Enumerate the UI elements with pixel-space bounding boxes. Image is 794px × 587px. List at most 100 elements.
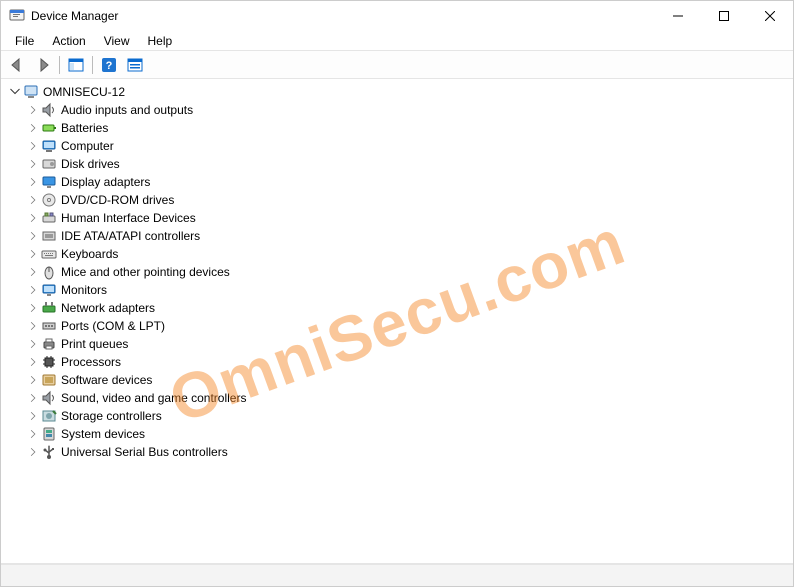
tree-node[interactable]: Sound, video and game controllers bbox=[3, 389, 791, 407]
help-button[interactable] bbox=[97, 54, 121, 76]
display-icon bbox=[41, 174, 57, 190]
tree-node-label: Audio inputs and outputs bbox=[61, 103, 193, 117]
toolbar-separator bbox=[92, 56, 93, 74]
tree-node[interactable]: Universal Serial Bus controllers bbox=[3, 443, 791, 461]
chevron-right-icon[interactable] bbox=[25, 192, 41, 208]
printer-icon bbox=[41, 336, 57, 352]
tree-node-label: Software devices bbox=[61, 373, 152, 387]
tree-node-label: DVD/CD-ROM drives bbox=[61, 193, 174, 207]
audio-icon bbox=[41, 102, 57, 118]
chevron-right-icon[interactable] bbox=[25, 390, 41, 406]
device-tree-panel[interactable]: OMNISECU-12 Audio inputs and outputs Batt… bbox=[1, 79, 793, 564]
tree-node-label: Display adapters bbox=[61, 175, 150, 189]
minimize-button[interactable] bbox=[655, 1, 701, 31]
tree-node[interactable]: Keyboards bbox=[3, 245, 791, 263]
chevron-right-icon[interactable] bbox=[25, 444, 41, 460]
chevron-right-icon[interactable] bbox=[25, 246, 41, 262]
sound-icon bbox=[41, 390, 57, 406]
window-title: Device Manager bbox=[31, 9, 655, 23]
dvd-icon bbox=[41, 192, 57, 208]
tree-node[interactable]: Storage controllers bbox=[3, 407, 791, 425]
ide-icon bbox=[41, 228, 57, 244]
tree-node-label: Universal Serial Bus controllers bbox=[61, 445, 228, 459]
chevron-right-icon[interactable] bbox=[25, 156, 41, 172]
chevron-right-icon[interactable] bbox=[25, 408, 41, 424]
tree-node-label: Disk drives bbox=[61, 157, 120, 171]
computer-icon bbox=[41, 138, 57, 154]
tree-node[interactable]: Network adapters bbox=[3, 299, 791, 317]
tree-node-label: Network adapters bbox=[61, 301, 155, 315]
tree-node-label: Ports (COM & LPT) bbox=[61, 319, 165, 333]
device-manager-window: Device Manager File Action View Help bbox=[0, 0, 794, 587]
statusbar bbox=[1, 564, 793, 586]
software-icon bbox=[41, 372, 57, 388]
menubar: File Action View Help bbox=[1, 31, 793, 51]
system-icon bbox=[41, 426, 57, 442]
tree-node[interactable]: System devices bbox=[3, 425, 791, 443]
tree-node-label: Computer bbox=[61, 139, 114, 153]
toolbar-separator bbox=[59, 56, 60, 74]
tree-node[interactable]: DVD/CD-ROM drives bbox=[3, 191, 791, 209]
chevron-right-icon[interactable] bbox=[25, 228, 41, 244]
tree-node-label: Storage controllers bbox=[61, 409, 162, 423]
close-button[interactable] bbox=[747, 1, 793, 31]
network-icon bbox=[41, 300, 57, 316]
chevron-right-icon[interactable] bbox=[25, 174, 41, 190]
tree-node[interactable]: Print queues bbox=[3, 335, 791, 353]
show-hidden-button[interactable] bbox=[123, 54, 147, 76]
tree-node-label: IDE ATA/ATAPI controllers bbox=[61, 229, 200, 243]
tree-node[interactable]: Display adapters bbox=[3, 173, 791, 191]
usb-icon bbox=[41, 444, 57, 460]
tree-root-node[interactable]: OMNISECU-12 bbox=[3, 83, 791, 101]
storage-icon bbox=[41, 408, 57, 424]
tree-node-label: Sound, video and game controllers bbox=[61, 391, 246, 405]
menu-help[interactable]: Help bbox=[140, 32, 181, 50]
tree-node[interactable]: Software devices bbox=[3, 371, 791, 389]
chevron-right-icon[interactable] bbox=[25, 318, 41, 334]
chevron-right-icon[interactable] bbox=[25, 282, 41, 298]
tree-node-label: System devices bbox=[61, 427, 145, 441]
maximize-button[interactable] bbox=[701, 1, 747, 31]
toolbar bbox=[1, 51, 793, 79]
processor-icon bbox=[41, 354, 57, 370]
tree-node[interactable]: Disk drives bbox=[3, 155, 791, 173]
tree-node[interactable]: Monitors bbox=[3, 281, 791, 299]
chevron-right-icon[interactable] bbox=[25, 102, 41, 118]
hid-icon bbox=[41, 210, 57, 226]
back-button[interactable] bbox=[5, 54, 29, 76]
chevron-right-icon[interactable] bbox=[25, 426, 41, 442]
ports-icon bbox=[41, 318, 57, 334]
tree-node-label: Processors bbox=[61, 355, 121, 369]
tree-node-label: Keyboards bbox=[61, 247, 118, 261]
disk-icon bbox=[41, 156, 57, 172]
chevron-right-icon[interactable] bbox=[25, 354, 41, 370]
forward-button[interactable] bbox=[31, 54, 55, 76]
menu-view[interactable]: View bbox=[96, 32, 138, 50]
chevron-right-icon[interactable] bbox=[25, 210, 41, 226]
tree-node[interactable]: Ports (COM & LPT) bbox=[3, 317, 791, 335]
menu-file[interactable]: File bbox=[7, 32, 42, 50]
show-hide-panel-button[interactable] bbox=[64, 54, 88, 76]
window-controls bbox=[655, 1, 793, 31]
chevron-down-icon[interactable] bbox=[7, 84, 23, 100]
chevron-right-icon[interactable] bbox=[25, 138, 41, 154]
chevron-right-icon[interactable] bbox=[25, 120, 41, 136]
chevron-right-icon[interactable] bbox=[25, 336, 41, 352]
tree-node[interactable]: Computer bbox=[3, 137, 791, 155]
titlebar: Device Manager bbox=[1, 1, 793, 31]
tree-node[interactable]: IDE ATA/ATAPI controllers bbox=[3, 227, 791, 245]
root-node-label: OMNISECU-12 bbox=[43, 85, 125, 99]
tree-node-label: Monitors bbox=[61, 283, 107, 297]
tree-node[interactable]: Batteries bbox=[3, 119, 791, 137]
keyboard-icon bbox=[41, 246, 57, 262]
tree-node[interactable]: Audio inputs and outputs bbox=[3, 101, 791, 119]
battery-icon bbox=[41, 120, 57, 136]
chevron-right-icon[interactable] bbox=[25, 300, 41, 316]
menu-action[interactable]: Action bbox=[44, 32, 93, 50]
tree-node[interactable]: Processors bbox=[3, 353, 791, 371]
tree-node[interactable]: Human Interface Devices bbox=[3, 209, 791, 227]
tree-node-label: Human Interface Devices bbox=[61, 211, 196, 225]
chevron-right-icon[interactable] bbox=[25, 264, 41, 280]
chevron-right-icon[interactable] bbox=[25, 372, 41, 388]
tree-node[interactable]: Mice and other pointing devices bbox=[3, 263, 791, 281]
